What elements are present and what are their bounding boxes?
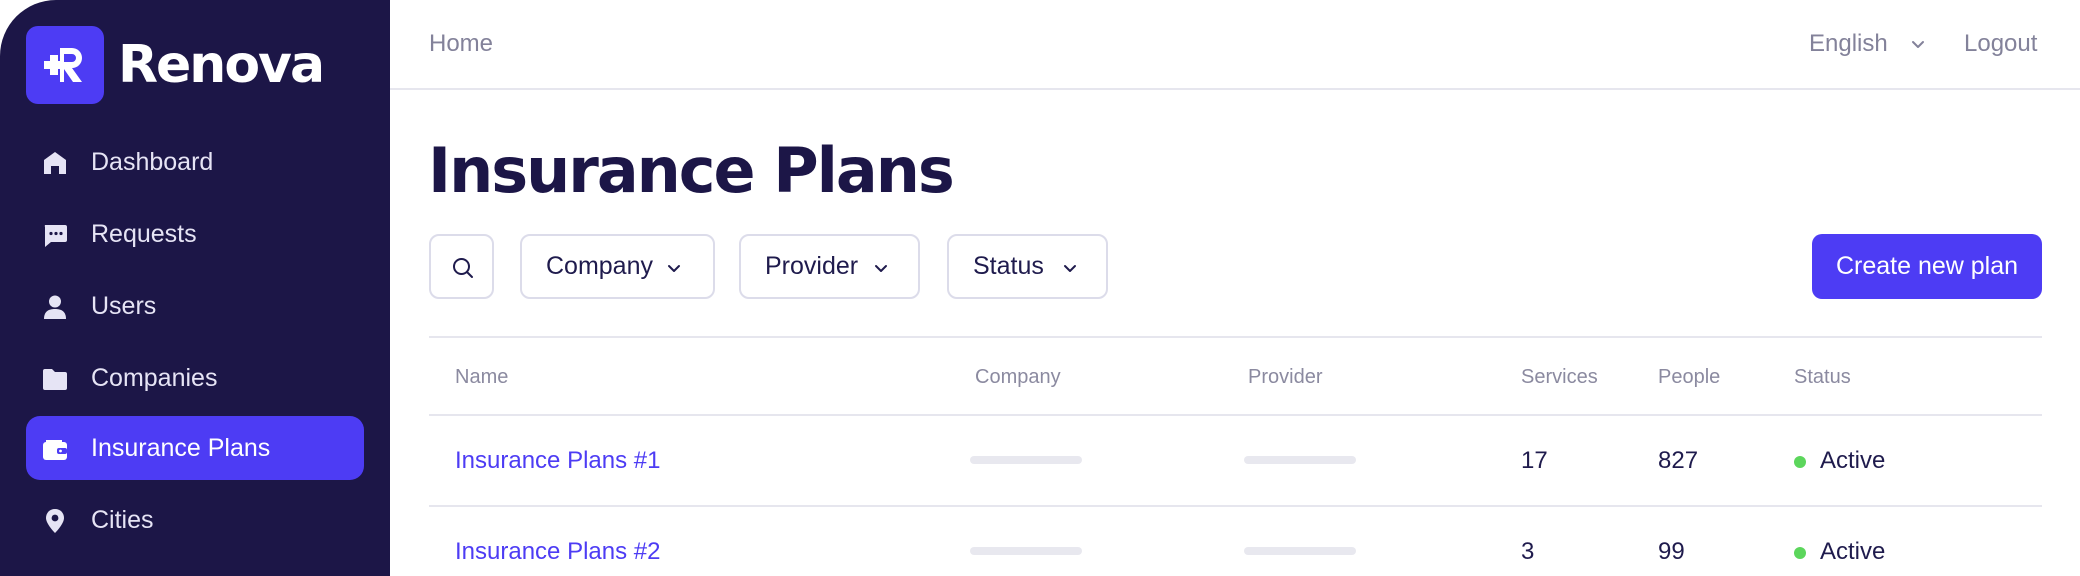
- status-dot: [1794, 456, 1806, 468]
- chat-bubble-icon: [44, 225, 67, 247]
- create-new-plan-button[interactable]: Create new plan: [1812, 234, 2042, 299]
- search-icon: [453, 258, 473, 278]
- brand-logo-icon[interactable]: [26, 26, 104, 104]
- sidebar: Renova Dashboard Requests Users Companie…: [0, 0, 390, 576]
- sidebar-item-label: Requests: [91, 220, 197, 248]
- status-dot: [1794, 547, 1806, 559]
- sidebar-item-label: Cities: [91, 506, 154, 534]
- people-count: 99: [1658, 538, 1685, 565]
- user-icon: [44, 295, 66, 319]
- sidebar-item-label: Dashboard: [91, 148, 214, 176]
- sidebar-item-cities[interactable]: Cities: [26, 488, 364, 552]
- column-header-name[interactable]: Name: [455, 338, 508, 416]
- search-button[interactable]: [429, 234, 494, 299]
- sidebar-item-requests[interactable]: Requests: [26, 202, 364, 266]
- brand-name[interactable]: Renova: [118, 34, 325, 96]
- plan-name-link[interactable]: Insurance Plans #1: [455, 416, 660, 505]
- company-filter-dropdown[interactable]: Company: [520, 234, 715, 299]
- chevron-down-icon: [1912, 41, 1924, 48]
- insurance-plans-table: Name Company Provider Services People St…: [429, 336, 2042, 576]
- provider-filter-dropdown[interactable]: Provider: [739, 234, 920, 299]
- wallet-icon: [43, 440, 67, 460]
- column-header-services[interactable]: Services: [1521, 338, 1598, 416]
- status-filter-dropdown[interactable]: Status: [947, 234, 1108, 299]
- chevron-down-icon: [668, 265, 680, 272]
- table-row[interactable]: Insurance Plans #1 17 827 Active: [429, 416, 2042, 507]
- language-label: English: [1809, 30, 1888, 57]
- logout-link[interactable]: Logout: [1964, 26, 2037, 62]
- services-count: 17: [1521, 447, 1548, 474]
- provider-placeholder: [1244, 456, 1356, 464]
- sidebar-item-label: Insurance Plans: [91, 434, 271, 462]
- company-filter-label: Company: [546, 252, 653, 280]
- column-header-provider[interactable]: Provider: [1248, 338, 1322, 416]
- people-count: 827: [1658, 447, 1699, 474]
- status-label: Active: [1820, 447, 1886, 474]
- table-row[interactable]: Insurance Plans #2 3 99 Active: [429, 507, 2042, 576]
- chevron-down-icon: [875, 265, 887, 272]
- status-label: Active: [1820, 538, 1886, 565]
- top-bar: Home English Logout: [390, 0, 2080, 90]
- services-count: 3: [1521, 538, 1535, 565]
- sidebar-item-label: Users: [91, 292, 157, 320]
- page-title: Insurance Plans: [428, 134, 955, 207]
- company-placeholder: [970, 456, 1082, 464]
- language-selector[interactable]: English: [1809, 26, 1924, 62]
- sidebar-item-users[interactable]: Users: [26, 274, 364, 338]
- home-icon: [44, 152, 66, 174]
- map-pin-icon: [46, 509, 64, 533]
- table-header: Name Company Provider Services People St…: [429, 336, 2042, 416]
- plan-name-link[interactable]: Insurance Plans #2: [455, 507, 660, 576]
- breadcrumb-home-link[interactable]: Home: [429, 26, 493, 62]
- folder-icon: [43, 369, 67, 390]
- sidebar-item-label: Companies: [91, 364, 218, 392]
- sidebar-item-insurance-plans[interactable]: Insurance Plans: [26, 416, 364, 480]
- column-header-status[interactable]: Status: [1794, 338, 1851, 416]
- provider-placeholder: [1244, 547, 1356, 555]
- sidebar-item-companies[interactable]: Companies: [26, 346, 364, 410]
- column-header-company[interactable]: Company: [975, 338, 1061, 416]
- column-header-people[interactable]: People: [1658, 338, 1720, 416]
- company-placeholder: [970, 547, 1082, 555]
- status-filter-label: Status: [973, 252, 1044, 280]
- chevron-down-icon: [1064, 265, 1076, 272]
- sidebar-item-dashboard[interactable]: Dashboard: [26, 130, 364, 194]
- provider-filter-label: Provider: [765, 252, 859, 280]
